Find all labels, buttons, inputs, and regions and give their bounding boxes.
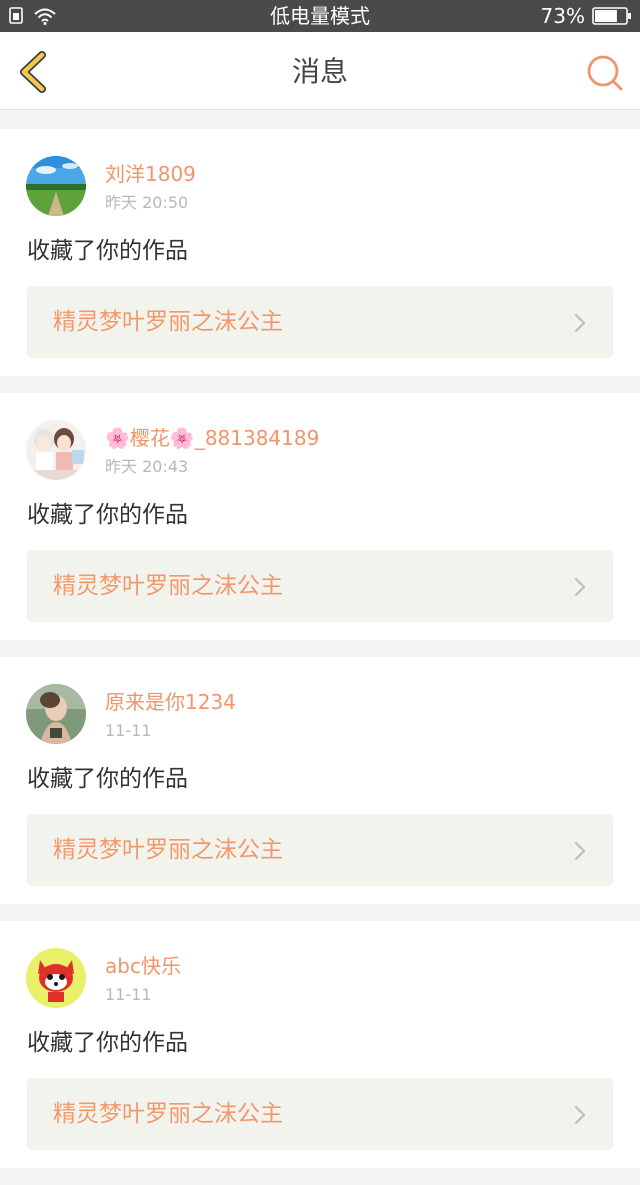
- page-title: 消息: [291, 55, 348, 88]
- message-time: 昨天 20:50: [105, 193, 189, 212]
- work-title: 精灵梦叶罗丽之沫公主: [53, 837, 283, 863]
- chevron-right-icon: [574, 1105, 586, 1125]
- message-time: 11-11: [105, 721, 152, 740]
- avatar[interactable]: [26, 156, 86, 216]
- work-title: 精灵梦叶罗丽之沫公主: [53, 573, 283, 599]
- message-action: 收藏了你的作品: [27, 238, 188, 264]
- username[interactable]: 原来是你1234: [105, 689, 236, 715]
- work-link[interactable]: 精灵梦叶罗丽之沫公主: [27, 286, 613, 358]
- username[interactable]: 🌸樱花🌸_881384189: [105, 425, 319, 451]
- work-link[interactable]: 精灵梦叶罗丽之沫公主: [27, 814, 613, 886]
- username[interactable]: abc快乐: [105, 953, 181, 979]
- chevron-right-icon: [574, 577, 586, 597]
- message-action: 收藏了你的作品: [27, 1030, 188, 1056]
- username[interactable]: 刘洋1809: [105, 161, 196, 187]
- username-text: 樱花: [129, 426, 170, 450]
- message-action: 收藏了你的作品: [27, 766, 188, 792]
- battery-percent: 73%: [540, 4, 585, 28]
- avatar[interactable]: [26, 948, 86, 1008]
- flower-emoji: 🌸: [169, 426, 195, 450]
- message-time: 昨天 20:43: [105, 457, 189, 476]
- message-time: 11-11: [105, 985, 152, 1004]
- flower-emoji: 🌸: [105, 426, 130, 450]
- username-suffix: _881384189: [194, 426, 320, 450]
- portrait-avatar: [26, 684, 86, 744]
- anime-couple-avatar: [26, 420, 86, 480]
- message-card[interactable]: 原来是你1234 11-11 收藏了你的作品 精灵梦叶罗丽之沫公主: [0, 657, 640, 904]
- landscape-avatar: [26, 156, 86, 216]
- status-bar: 低电量模式 73%: [0, 0, 640, 32]
- cartoon-fox-avatar: [26, 948, 86, 1008]
- nav-bar: 消息: [0, 32, 640, 110]
- work-link[interactable]: 精灵梦叶罗丽之沫公主: [27, 550, 613, 622]
- message-action: 收藏了你的作品: [27, 502, 188, 528]
- chevron-right-icon: [574, 841, 586, 861]
- avatar[interactable]: [26, 420, 86, 480]
- search-icon[interactable]: [586, 54, 624, 92]
- work-link[interactable]: 精灵梦叶罗丽之沫公主: [27, 1078, 613, 1150]
- message-card[interactable]: 🌸樱花🌸_881384189 昨天 20:43 收藏了你的作品 精灵梦叶罗丽之沫…: [0, 393, 640, 640]
- work-title: 精灵梦叶罗丽之沫公主: [53, 1101, 283, 1127]
- message-list: 刘洋1809 昨天 20:50 收藏了你的作品 精灵梦叶罗丽之沫公主 🌸樱花🌸_…: [0, 129, 640, 1185]
- work-title: 精灵梦叶罗丽之沫公主: [53, 309, 283, 335]
- battery-icon: [592, 7, 631, 25]
- chevron-right-icon: [574, 313, 586, 333]
- avatar[interactable]: [26, 684, 86, 744]
- message-card[interactable]: abc快乐 11-11 收藏了你的作品 精灵梦叶罗丽之沫公主: [0, 921, 640, 1168]
- message-card[interactable]: 刘洋1809 昨天 20:50 收藏了你的作品 精灵梦叶罗丽之沫公主: [0, 129, 640, 376]
